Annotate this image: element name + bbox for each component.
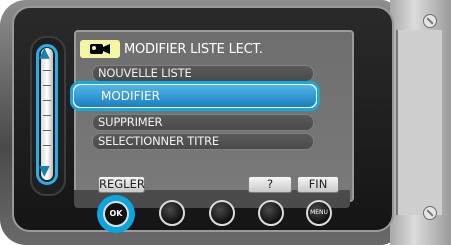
menu-button[interactable]: MENU: [306, 200, 332, 226]
arrow-down-icon: ▼: [39, 163, 50, 179]
video-camera-icon: [80, 40, 120, 58]
hinge-panel: [396, 30, 442, 215]
slider-rib: [43, 70, 51, 71]
screw-icon: [423, 206, 437, 220]
menu-item-label: SELECTIONNER TITRE: [98, 134, 219, 148]
slider-rib: [43, 145, 51, 146]
slider-rib: [43, 100, 51, 101]
menu-item-label: MODIFIER: [101, 89, 160, 103]
arrow-up-icon: ▲: [39, 45, 50, 61]
set-softkey[interactable]: REGLER: [98, 176, 145, 193]
slider-track[interactable]: [41, 48, 53, 180]
ok-button[interactable]: OK: [103, 201, 129, 227]
screw-icon: [423, 14, 437, 28]
button-3[interactable]: [209, 200, 235, 226]
slider-rib: [43, 115, 51, 116]
menu-item-label: NOUVELLE LISTE: [98, 66, 192, 80]
help-softkey[interactable]: ?: [248, 176, 292, 193]
slider-rib: [43, 130, 51, 131]
menu-item-label: SUPPRIMER: [98, 115, 163, 129]
menu-title: MODIFIER LISTE LECT.: [124, 42, 263, 57]
end-softkey[interactable]: FIN: [297, 176, 339, 193]
button-4[interactable]: [258, 200, 284, 226]
button-2[interactable]: [159, 200, 185, 226]
slider-rib: [43, 85, 51, 86]
